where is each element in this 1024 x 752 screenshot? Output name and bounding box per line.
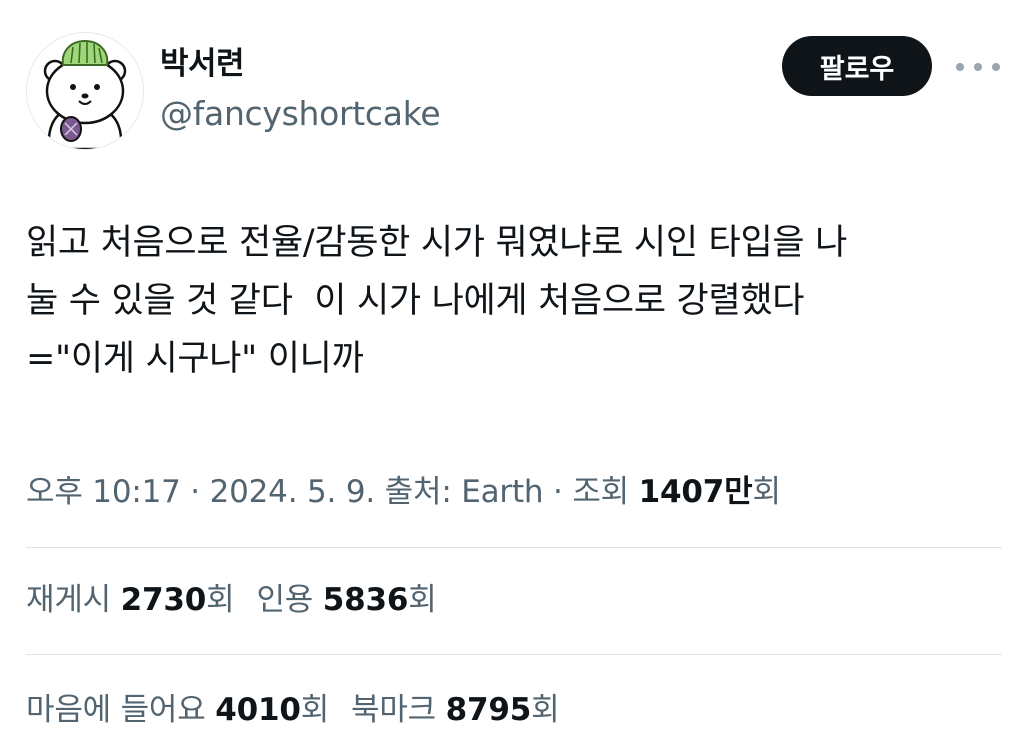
engagement-row-1: 재게시 2730회 인용 5836회	[26, 580, 437, 620]
meta-separator: ·	[180, 474, 210, 510]
avatar[interactable]	[26, 32, 144, 150]
retweets-label: 재게시	[26, 582, 121, 618]
divider	[26, 654, 1002, 655]
tweet-date[interactable]: 2024. 5. 9.	[210, 474, 376, 510]
tweet-text: 읽고 처음으로 전율/감동한 시가 뭐였냐로 시인 타입을 나 눌 수 있을 것…	[26, 214, 1006, 388]
follow-button[interactable]: 팔로우	[782, 36, 932, 96]
meta-separator: ·	[543, 474, 573, 510]
quotes-stat[interactable]: 인용 5836회	[256, 582, 436, 618]
quotes-count: 5836	[322, 582, 409, 618]
retweets-count: 2730	[120, 582, 207, 618]
tweet-meta: 오후 10:17 · 2024. 5. 9. 출처: Earth · 조회 14…	[26, 472, 781, 512]
likes-stat[interactable]: 마음에 들어요 4010회	[26, 692, 329, 728]
author-handle[interactable]: @fancyshortcake	[160, 94, 441, 134]
bookmarks-label: 북마크	[351, 692, 446, 728]
likes-label: 마음에 들어요	[26, 692, 216, 728]
dot	[974, 63, 982, 71]
views-count: 1407만	[638, 474, 753, 510]
bear-avatar-icon	[27, 33, 143, 149]
likes-count: 4010	[215, 692, 301, 728]
dot	[956, 63, 964, 71]
author-display-name[interactable]: 박서련	[160, 44, 245, 84]
tweet-source: 출처: Earth	[375, 474, 544, 510]
more-options-icon[interactable]	[956, 54, 1000, 80]
quotes-label: 인용	[256, 582, 323, 618]
bookmarks-stat[interactable]: 북마크 8795회	[351, 692, 560, 728]
divider	[26, 547, 1002, 548]
retweets-stat[interactable]: 재게시 2730회	[26, 582, 235, 618]
tweet-line: 읽고 처음으로 전율/감동한 시가 뭐였냐로 시인 타입을 나	[26, 223, 847, 263]
engagement-row-2: 마음에 들어요 4010회 북마크 8795회	[26, 690, 560, 730]
tweet-line: 눌 수 있을 것 같다 이 시가 나에게 처음으로 강렬했다	[26, 281, 805, 321]
quotes-suffix: 회	[408, 582, 437, 618]
likes-suffix: 회	[300, 692, 330, 728]
views-label: 조회	[572, 474, 639, 510]
dot	[992, 63, 1000, 71]
bookmarks-count: 8795	[445, 692, 532, 728]
views-suffix: 회	[752, 474, 781, 510]
bookmarks-suffix: 회	[531, 692, 560, 728]
tweet-line: ="이게 시구나" 이니까	[26, 339, 364, 379]
retweets-suffix: 회	[206, 582, 235, 618]
tweet-time[interactable]: 오후 10:17	[26, 474, 181, 510]
